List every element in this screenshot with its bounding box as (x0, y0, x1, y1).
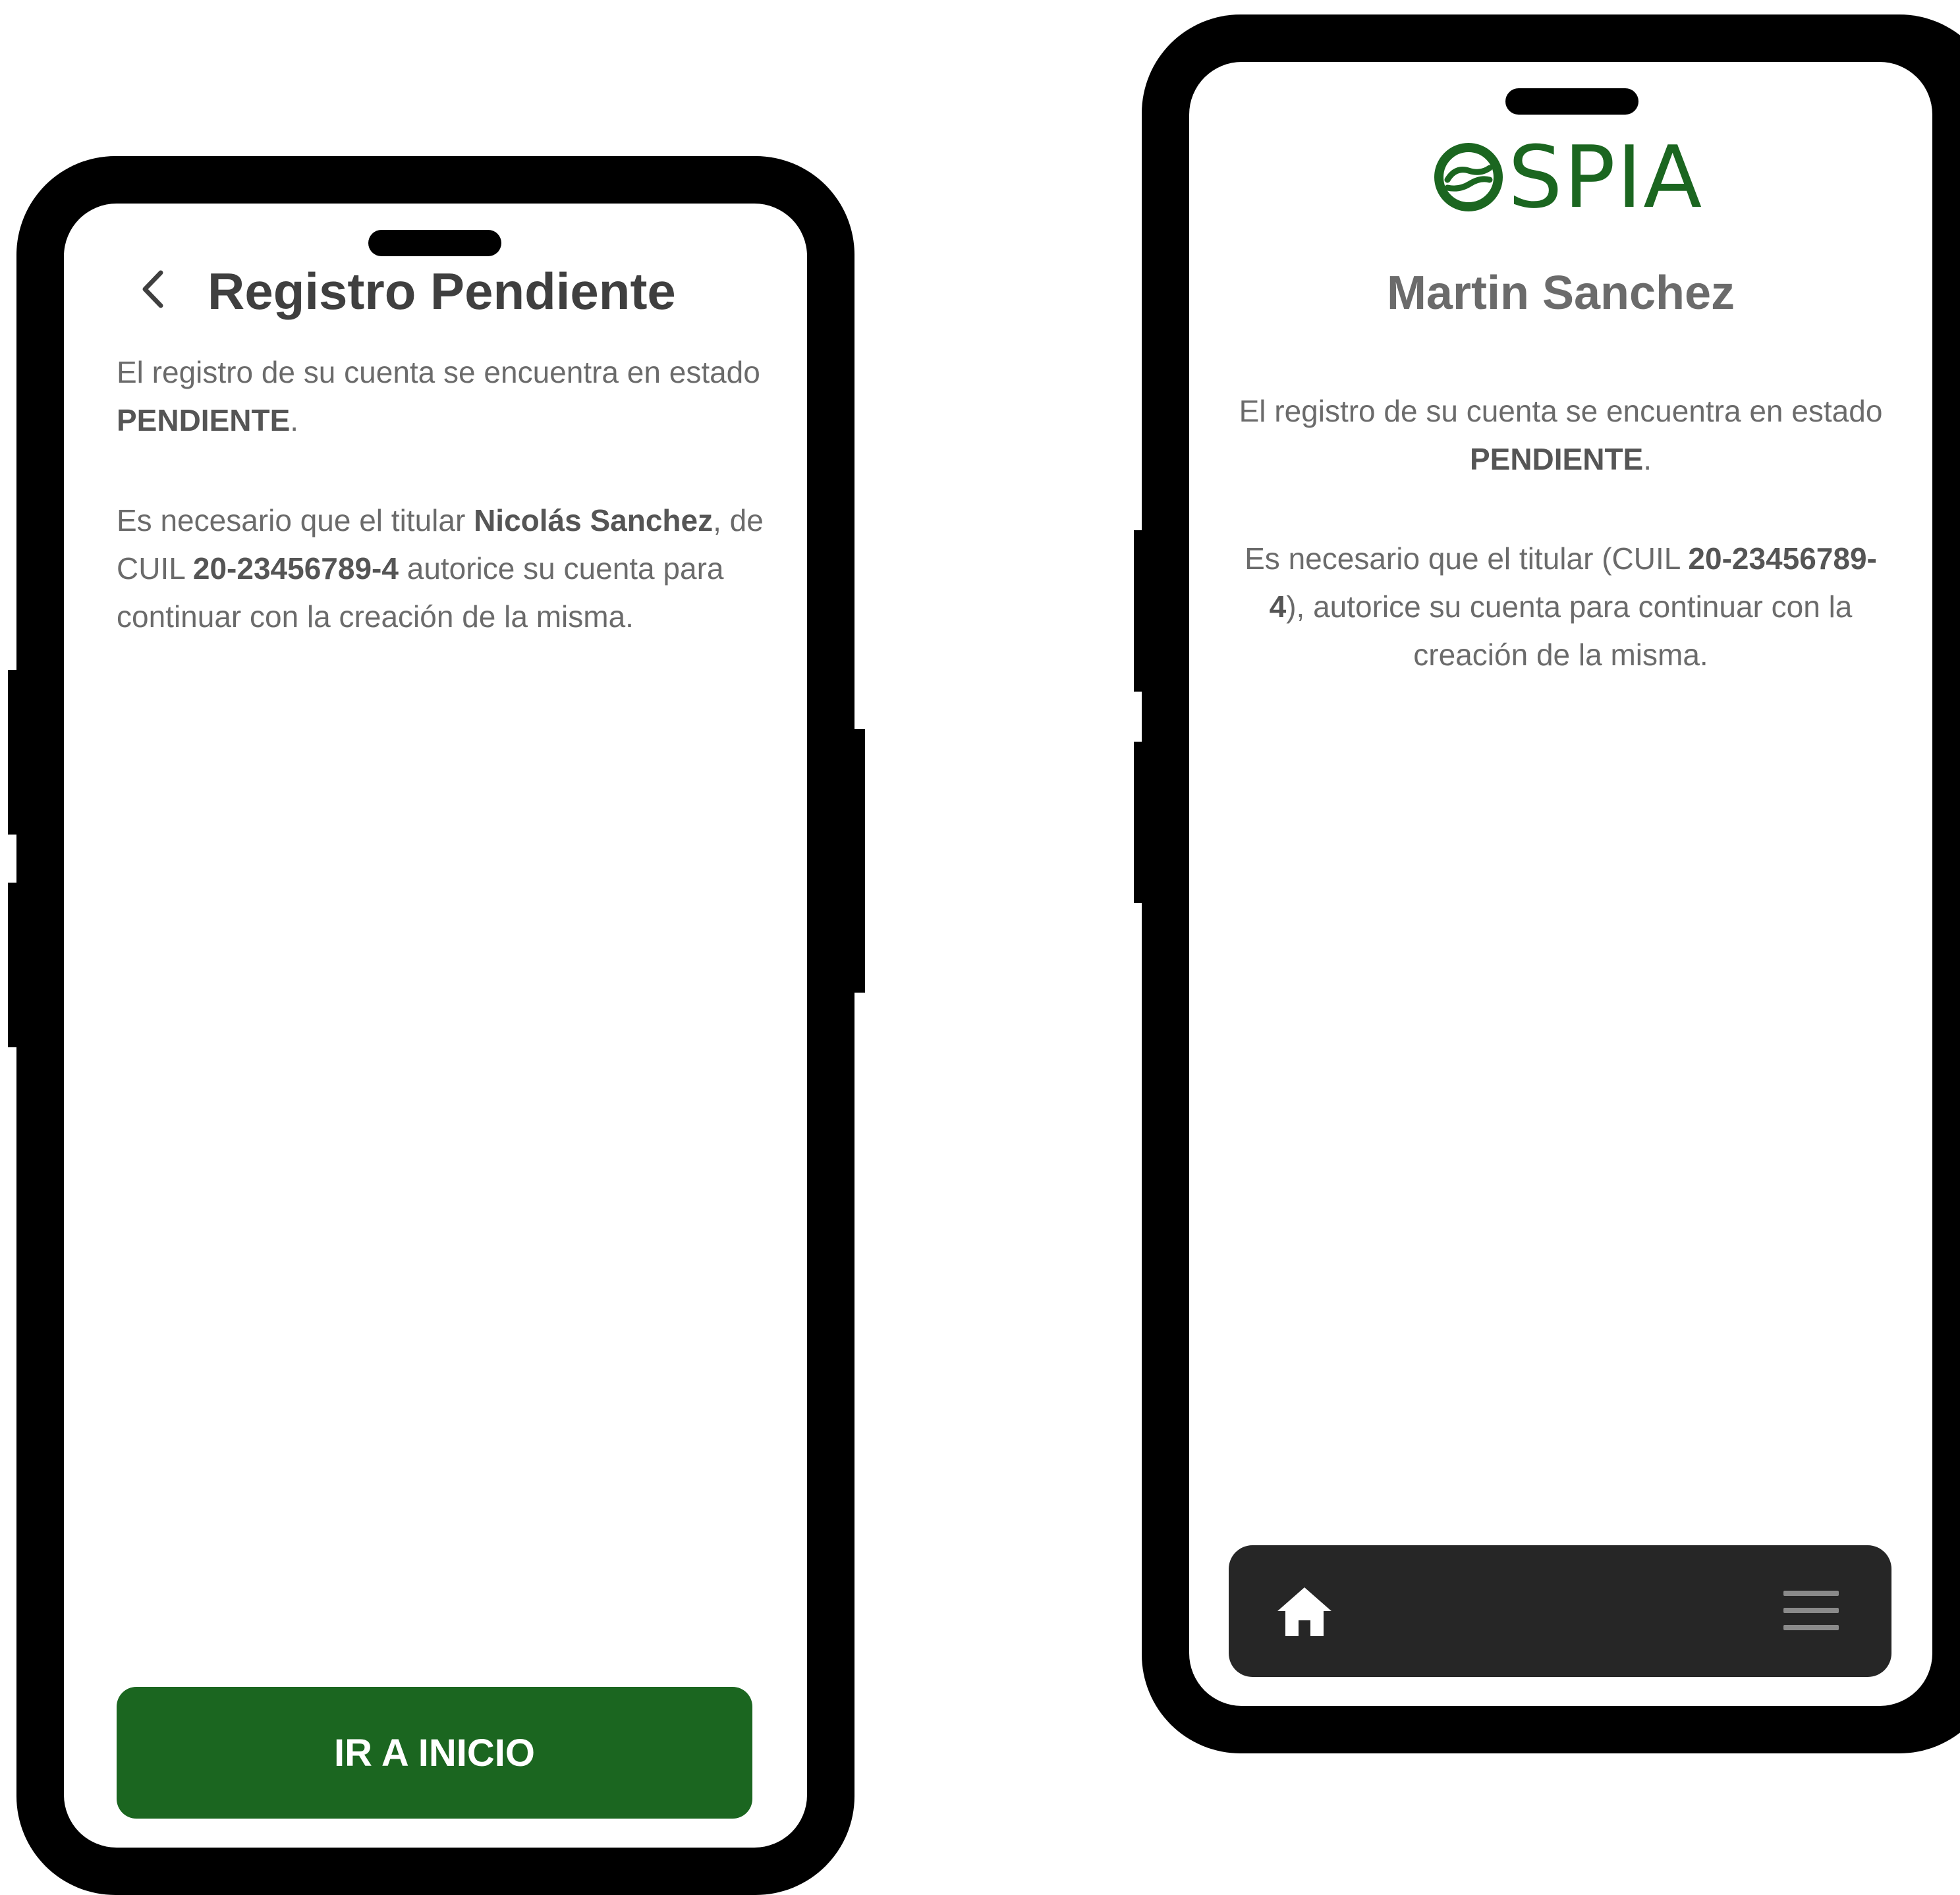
speaker-notch (368, 230, 501, 256)
speaker-notch (1505, 88, 1638, 115)
home-icon (1277, 1587, 1331, 1636)
status-message-suffix: . (290, 403, 299, 437)
status-message-prefix: El registro de su cuenta se encuentra en… (1239, 394, 1883, 428)
status-message: El registro de su cuenta se encuentra en… (117, 348, 769, 445)
holder-name: Nicolás Sanchez (474, 503, 714, 537)
status-message: El registro de su cuenta se encuentra en… (1229, 387, 1893, 483)
page-title: Registro Pendiente (208, 262, 676, 320)
phone-frame-left: Registro Pendiente El registro de su cue… (16, 156, 854, 1895)
status-message-prefix: El registro de su cuenta se encuentra en… (117, 355, 760, 389)
screen-home-pending: SPIA Martin Sanchez El registro de su cu… (1189, 62, 1932, 1706)
volume-up-button (1134, 530, 1154, 692)
ospia-logo: SPIA (1433, 134, 1703, 220)
logo-text: SPIA (1508, 127, 1704, 227)
nav-menu-button[interactable] (1782, 1589, 1840, 1632)
volume-down-button (1134, 742, 1154, 903)
status-value: PENDIENTE (117, 403, 291, 437)
go-to-home-button[interactable]: IR A INICIO (117, 1687, 752, 1819)
power-button (847, 729, 865, 993)
hamburger-menu-icon (1783, 1591, 1839, 1630)
bottom-navigation-bar (1229, 1545, 1891, 1677)
cuil-value: 20-23456789-4 (192, 551, 399, 586)
ospia-emblem-icon (1434, 143, 1503, 211)
authorization-suffix: ), autorice su cuenta para continuar con… (1286, 590, 1853, 672)
authorization-message: Es necesario que el titular (CUIL 20-234… (1229, 535, 1893, 679)
phone-frame-right: SPIA Martin Sanchez El registro de su cu… (1142, 14, 1960, 1753)
authorization-message: Es necesario que el titular Nicolás Sanc… (117, 497, 769, 641)
authorization-prefix: Es necesario que el titular (117, 503, 474, 537)
user-name: Martin Sanchez (1386, 267, 1735, 319)
screen-registro-pendiente: Registro Pendiente El registro de su cue… (64, 204, 807, 1848)
nav-home-button[interactable] (1275, 1583, 1334, 1639)
back-button[interactable] (126, 256, 179, 322)
volume-down-button (8, 883, 28, 1047)
authorization-prefix: Es necesario que el titular (CUIL (1245, 541, 1689, 576)
chevron-left-icon (142, 270, 163, 308)
status-message-suffix: . (1643, 442, 1652, 476)
volume-up-button (8, 670, 28, 835)
status-value: PENDIENTE (1469, 442, 1644, 476)
